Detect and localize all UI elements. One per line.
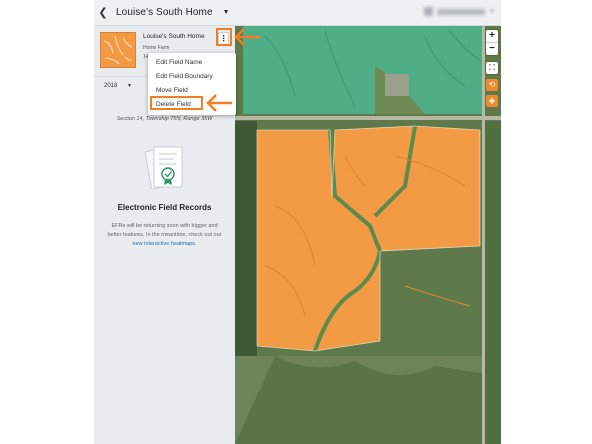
caret-down-icon: ▼ [127, 83, 132, 89]
field-name: Louise's South Home [143, 33, 205, 40]
efr-desc-text: EFRs will be returning soon with bigger … [107, 223, 222, 238]
rotate-icon[interactable]: ⟲ [486, 79, 498, 91]
zoom-control: + − [486, 30, 498, 55]
menu-item-edit-field-boundary[interactable]: Edit Field Boundary [148, 70, 236, 84]
caret-down-icon: ▼ [489, 8, 495, 15]
highlight-delete-field [150, 96, 203, 110]
chevron-left-icon[interactable]: ❮ [96, 6, 110, 19]
menu-item-edit-field-name[interactable]: Edit Field Name [148, 56, 236, 70]
fit-extent-button[interactable]: ⛶ [486, 62, 498, 74]
map-imagery [235, 26, 501, 444]
efr-description: EFRs will be returning soon with bigger … [107, 222, 222, 249]
page-title[interactable]: Louise's South Home [116, 7, 213, 18]
avatar [424, 7, 434, 16]
app-frame: ❮ Louise's South Home ▼ ▼ Louise's South… [94, 0, 501, 444]
efr-document-icon [144, 146, 183, 190]
year-value: 2018 [104, 83, 118, 89]
efr-desc-end: . [194, 241, 197, 247]
efr-title: Electronic Field Records [117, 203, 212, 212]
top-bar: ❮ Louise's South Home ▼ ▼ [94, 0, 501, 26]
layers-icon[interactable]: ◈ [486, 95, 498, 107]
arrow-left-icon [234, 28, 260, 46]
field-thumbnail [100, 32, 136, 68]
location-legal: Section 14, Township 75N, Range 35W [116, 116, 213, 122]
heatmaps-link[interactable]: new interactive heatmaps [133, 241, 195, 247]
satellite-map[interactable]: + − ⛶ ⟲ ◈ [235, 26, 501, 444]
zoom-in-button[interactable]: + [486, 30, 498, 42]
account-menu[interactable]: ▼ [424, 7, 495, 16]
highlight-kebab [216, 28, 232, 46]
caret-down-icon[interactable]: ▼ [223, 9, 230, 16]
year-select[interactable]: 2018 ▼ [104, 83, 132, 89]
zoom-out-button[interactable]: − [486, 43, 498, 55]
farm-name: Home Farm [143, 45, 170, 51]
account-name-blurred [437, 8, 486, 15]
arrow-left-icon [206, 94, 232, 112]
